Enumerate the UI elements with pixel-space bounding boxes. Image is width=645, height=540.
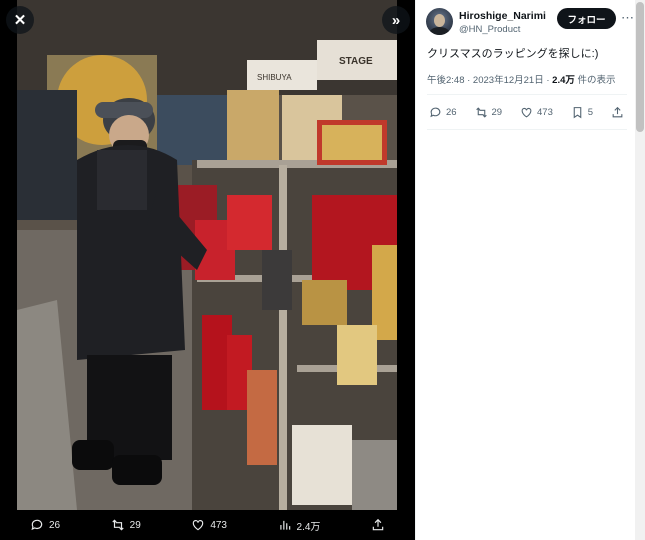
like-count: 473 [210,519,227,531]
repost-stat-count: 29 [491,106,503,118]
avatar[interactable] [426,8,453,35]
reply-icon [430,107,441,117]
post-views-count: 2.4万 [552,75,575,86]
display-name[interactable]: Hiroshige_Narimi [459,10,546,22]
like-stat-count: 473 [537,106,553,118]
heart-icon [521,107,532,117]
views-count: 2.4万 [296,521,321,533]
share-stat-button[interactable] [611,106,624,119]
post-text: クリスマスのラッピングを探しに:) [427,48,599,60]
share-button[interactable] [371,518,385,532]
reply-stat-button[interactable]: 26 [429,106,457,119]
views-icon [279,520,290,530]
close-icon[interactable]: ✕ [6,6,34,34]
chevrons-right-icon[interactable]: » [382,6,410,34]
repost-button[interactable]: 29 [111,518,141,532]
views-button[interactable]: 2.4万 [278,518,321,533]
media-action-bar: 26 29 473 2.4万 [0,510,415,540]
bookmark-stat-button[interactable]: 5 [571,106,593,119]
user-handle[interactable]: @HN_Product [459,24,546,35]
post-views-suffix: 件の表示 [574,75,616,86]
divider [427,94,627,95]
share-icon [372,518,384,531]
scrollbar-thumb[interactable] [636,2,644,132]
share-icon [612,106,623,117]
post-panel: Hiroshige_Narimi @HN_Product フォロー ⋯ クリスマ… [415,0,645,540]
bookmark-stat-count: 5 [587,106,594,118]
store-sign-shibuya: SHIBUYA [257,73,292,82]
store-sign-stage: STAGE [339,56,373,67]
post-header: Hiroshige_Narimi @HN_Product フォロー ⋯ [426,8,634,38]
repost-icon [475,106,487,118]
reply-icon [31,519,43,531]
post-photo[interactable]: STAGE SHIBUYA [17,0,397,510]
post-stats: 26 29 473 5 [429,103,624,121]
follow-button[interactable]: フォロー [557,8,616,29]
scrollbar[interactable] [635,0,645,540]
repost-stat-button[interactable]: 29 [475,106,503,119]
reply-stat-count: 26 [446,106,457,118]
heart-icon [193,520,204,531]
divider [427,129,627,130]
bookmark-icon [573,106,582,118]
more-icon[interactable]: ⋯ [621,10,635,26]
like-button[interactable]: 473 [191,518,227,532]
post-meta: 午後2:48 · 2023年12月21日 · 2.4万 件の表示 [427,72,616,86]
post-time[interactable]: 午後2:48 · 2023年12月21日 · [427,75,552,86]
reply-count: 26 [49,519,61,531]
reply-button[interactable]: 26 [30,518,60,532]
repost-icon [111,519,124,531]
media-viewer: STAGE SHIBUYA ✕ » 26 29 473 2.4万 [0,0,415,540]
like-stat-button[interactable]: 473 [520,106,553,119]
author-names: Hiroshige_Narimi @HN_Product [459,10,546,35]
app-root: STAGE SHIBUYA ✕ » 26 29 473 2.4万 Hiroshi… [0,0,645,540]
repost-count: 29 [129,519,141,531]
